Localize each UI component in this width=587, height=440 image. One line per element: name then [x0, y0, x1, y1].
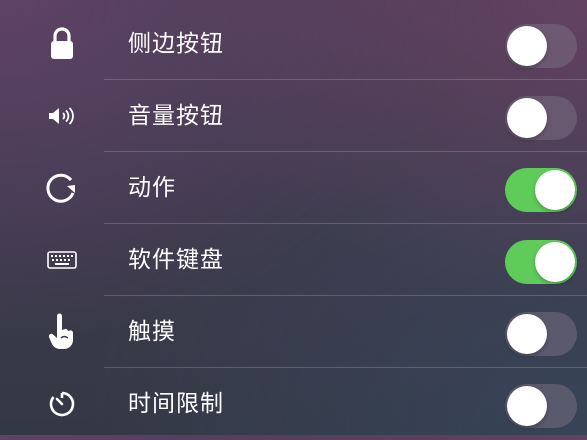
settings-list: 侧边按钮 音量按钮 动作 软件键盘 触摸 时间限制	[0, 0, 587, 435]
touch-hand-icon	[40, 310, 84, 354]
toggle-knob	[507, 98, 547, 138]
time-limit-toggle[interactable]	[505, 384, 577, 428]
touch-toggle[interactable]	[505, 312, 577, 356]
setting-row-software-keyboard: 软件键盘	[0, 224, 587, 296]
motion-toggle[interactable]	[505, 168, 577, 212]
setting-row-time-limit: 时间限制	[0, 368, 587, 440]
setting-label: 软件键盘	[128, 247, 224, 273]
timer-icon	[40, 382, 84, 426]
setting-label: 时间限制	[128, 391, 224, 417]
toggle-knob	[507, 26, 547, 66]
lock-icon	[40, 22, 84, 66]
setting-row-volume-buttons: 音量按钮	[0, 80, 587, 152]
toggle-knob	[507, 314, 547, 354]
setting-label: 触摸	[128, 319, 176, 345]
volume-buttons-toggle[interactable]	[505, 96, 577, 140]
software-keyboard-toggle[interactable]	[505, 240, 577, 284]
setting-row-motion: 动作	[0, 152, 587, 224]
setting-label: 音量按钮	[128, 103, 224, 129]
setting-label: 侧边按钮	[128, 31, 224, 57]
setting-row-side-button: 侧边按钮	[0, 8, 587, 80]
toggle-knob	[507, 386, 547, 426]
toggle-knob	[535, 170, 575, 210]
toggle-knob	[535, 242, 575, 282]
side-button-toggle[interactable]	[505, 24, 577, 68]
rotate-icon	[40, 166, 84, 210]
setting-row-touch: 触摸	[0, 296, 587, 368]
speaker-volume-icon	[40, 94, 84, 138]
setting-label: 动作	[128, 175, 176, 201]
keyboard-icon	[40, 238, 84, 282]
